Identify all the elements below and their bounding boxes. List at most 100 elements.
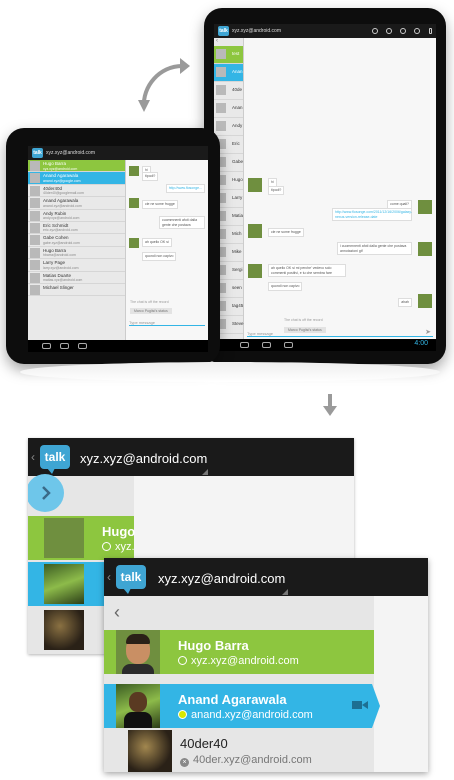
contact-row[interactable]: Hugo Barra hbarra@android.com xyxy=(28,247,125,260)
avatar xyxy=(216,85,226,95)
send-icon[interactable]: ➤ xyxy=(425,328,431,336)
contact-row[interactable]: 40de xyxy=(214,82,243,100)
message-bubble: cle ne some frugge xyxy=(268,228,304,237)
contact-row[interactable]: 40der40d 40der40@googlemail.com xyxy=(28,185,125,198)
recents-icon[interactable] xyxy=(284,342,293,348)
message-bubble: cle ne some frugge xyxy=(142,200,178,209)
contact-row[interactable]: Anan xyxy=(214,100,243,118)
contact-row-anand[interactable]: Anand Agarawala anand.xyz@android.com xyxy=(104,684,372,728)
dropdown-icon[interactable] xyxy=(202,463,208,475)
back-icon[interactable] xyxy=(42,343,51,349)
video-camera-icon[interactable] xyxy=(352,701,362,709)
avatar xyxy=(248,178,262,192)
avatar xyxy=(116,630,160,674)
small-nav-bar xyxy=(28,340,208,352)
video-camera-lens-icon xyxy=(362,701,368,709)
avatar xyxy=(30,272,40,283)
large-action-bar: talk xyz.xyz@android.com xyxy=(214,24,436,38)
down-arrow-icon xyxy=(323,394,337,416)
avatar xyxy=(44,518,84,558)
small-contact-list: Hugo Barra xyz.xyz@android.com Anand Agar… xyxy=(28,160,126,340)
avatar xyxy=(30,198,40,209)
status-ring-icon xyxy=(178,710,187,719)
large-chat-pane: hi tipodi? come quali? http://www.floson… xyxy=(244,38,436,339)
contact-row[interactable]: Anand Agarawala anand.xyz@google.com xyxy=(28,172,125,185)
avatar xyxy=(30,210,40,221)
back-icon[interactable] xyxy=(240,342,249,348)
expand-button[interactable] xyxy=(28,474,64,512)
account-title[interactable]: xyz.xyz@android.com xyxy=(158,571,285,586)
talk-logo-icon: talk xyxy=(40,445,70,474)
video-icon[interactable] xyxy=(400,28,406,34)
home-icon[interactable] xyxy=(60,343,69,349)
overflow-menu-icon[interactable] xyxy=(429,28,432,34)
reflection xyxy=(20,362,440,382)
avatar xyxy=(216,67,226,77)
message-bubble: ahah xyxy=(398,298,412,307)
message-bubble: quondi non capivo xyxy=(268,282,303,291)
mic-icon[interactable] xyxy=(414,28,420,34)
search-icon[interactable] xyxy=(372,28,378,34)
small-chat-pane: hi tipodi? http://www.flosonge... cle ne… xyxy=(126,160,208,340)
avatar xyxy=(248,264,262,278)
avatar xyxy=(30,247,40,258)
avatar xyxy=(216,121,226,131)
contact-row[interactable]: Larry Page larry.xyz@android.com xyxy=(28,259,125,272)
talk-logo-icon: talk xyxy=(218,26,229,36)
chevron-left-icon[interactable]: ‹ xyxy=(31,450,35,464)
contact-row-hugo[interactable]: Hugo Barra xyz.xyz@android.com xyxy=(104,630,374,674)
avatar xyxy=(129,198,139,208)
type-message-input[interactable]: Type message xyxy=(247,328,433,337)
contact-row[interactable]: Michael Slinger xyxy=(28,284,125,297)
account-label[interactable]: xyz.xyz@android.com xyxy=(46,150,95,156)
avatar xyxy=(30,235,40,246)
add-contact-icon[interactable] xyxy=(386,28,392,34)
avatar xyxy=(418,200,432,214)
status-ring-icon xyxy=(102,542,111,551)
contact-row[interactable]: Hugo Barra xyz.xyz@android.com xyxy=(28,160,125,173)
zoom-front-panel: ‹ talk xyz.xyz@android.com ‹ Hugo Barra … xyxy=(104,558,428,772)
offline-status-icon: × xyxy=(180,758,189,767)
back-chevron-icon[interactable]: ‹ xyxy=(214,38,243,46)
contact-row[interactable]: Andy Rubin andy.xyz@android.com xyxy=(28,210,125,222)
avatar xyxy=(30,260,40,271)
account-title[interactable]: xyz.xyz@android.com xyxy=(80,451,207,466)
message-bubble: tipodi? xyxy=(142,172,159,181)
avatar xyxy=(418,294,432,308)
contact-row[interactable]: test xyxy=(214,46,243,64)
type-message-input[interactable]: Type message xyxy=(129,317,205,326)
large-nav-bar: 4:00 xyxy=(214,339,436,351)
avatar xyxy=(44,610,84,650)
dropdown-icon[interactable] xyxy=(282,583,288,595)
contact-row[interactable]: Hugo xyz. xyxy=(28,516,135,560)
contact-row[interactable]: Anan xyxy=(214,64,243,82)
contact-row[interactable]: Anand Agarawala anand.xyz@android.com xyxy=(28,197,125,210)
contact-row[interactable]: Gabe Cohen gabe.xyz@android.com xyxy=(28,234,125,247)
back-chevron-icon[interactable]: ‹ xyxy=(114,602,120,623)
message-bubble: quondi non capivo xyxy=(142,252,177,261)
talk-logo-icon: talk xyxy=(32,148,43,158)
message-bubble: cuommnenti afoti dalla gente che postava xyxy=(159,216,205,229)
status-pill: Marco Puglisi's status xyxy=(130,308,172,314)
rotate-arrow-icon xyxy=(138,58,190,112)
home-icon[interactable] xyxy=(262,342,271,348)
message-bubble: ah quello OK si xyxy=(142,238,172,247)
status-ring-icon xyxy=(178,656,187,665)
avatar xyxy=(30,185,40,196)
large-tablet-screen: talk xyz.xyz@android.com ‹ test Anan 40d… xyxy=(214,24,436,351)
avatar xyxy=(248,224,262,238)
avatar xyxy=(30,222,40,233)
talk-logo-icon: talk xyxy=(116,565,146,594)
contact-row-40der40[interactable]: 40der40 × 40der.xyz@android.com xyxy=(104,730,374,772)
recents-icon[interactable] xyxy=(78,343,87,349)
avatar xyxy=(30,161,40,171)
contact-row[interactable]: Matias Duarte matias.xyz@android.com xyxy=(28,272,125,284)
avatar xyxy=(30,173,40,184)
avatar xyxy=(418,242,432,256)
contact-row[interactable]: Andy xyxy=(214,118,243,136)
avatar xyxy=(129,238,139,248)
small-tablet: talk xyz.xyz@android.com Hugo Barra xyz.x… xyxy=(6,128,220,364)
account-label[interactable]: xyz.xyz@android.com xyxy=(232,28,281,34)
chevron-left-icon[interactable]: ‹ xyxy=(107,570,111,584)
contact-row[interactable]: Eric Schmidt eric.xyz@android.com xyxy=(28,222,125,235)
